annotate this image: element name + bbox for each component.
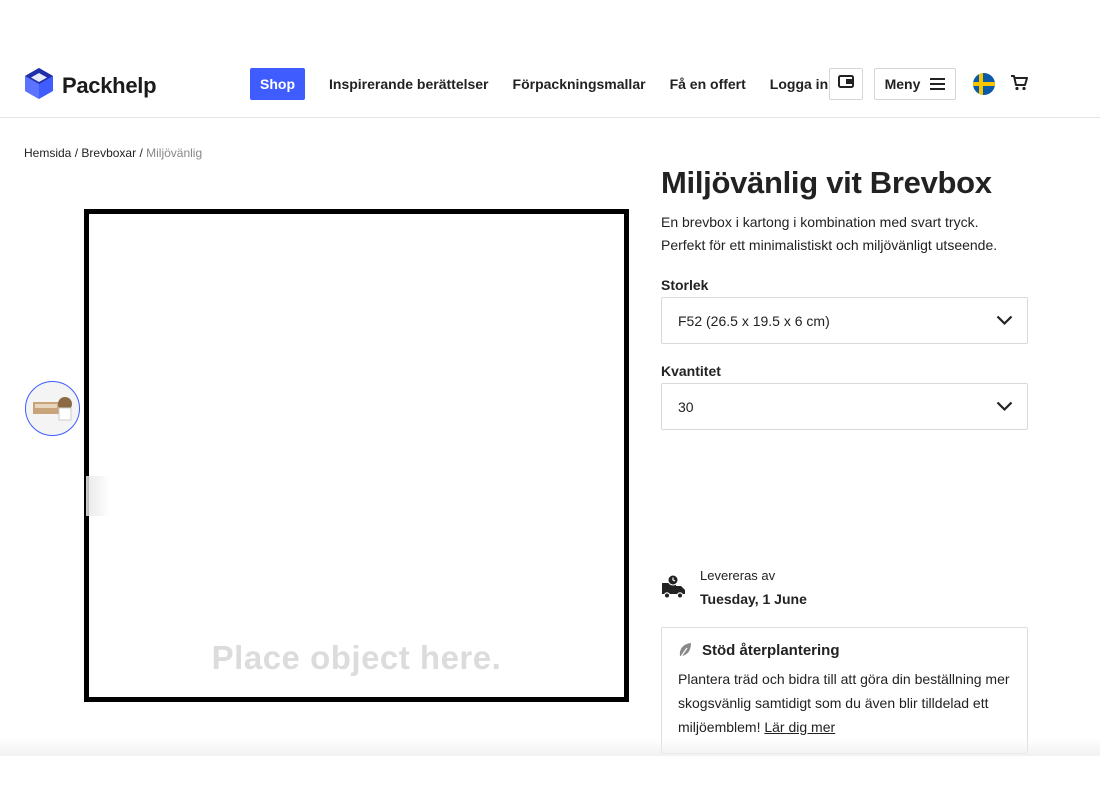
packhelp-cube-icon [24, 67, 54, 105]
brand-name: Packhelp [62, 73, 157, 98]
leaf-icon [678, 642, 693, 664]
description-line: En brevbox i kartong i kombination med s… [661, 214, 979, 230]
viewer-edge-shadow [86, 476, 110, 516]
nav-shop-button[interactable]: Shop [250, 68, 305, 100]
bottom-blank-area [0, 756, 1100, 810]
replant-title: Stöd återplantering [702, 642, 840, 659]
learn-more-link[interactable]: Lär dig mer [764, 719, 835, 735]
nav-link-stories[interactable]: Inspirerande berättelser [329, 68, 489, 100]
chevron-down-icon [996, 399, 1013, 417]
placement-placeholder: Place object here. [211, 639, 502, 676]
size-value: F52 (26.5 x 19.5 x 6 cm) [678, 313, 830, 329]
product-description: En brevbox i kartong i kombination med s… [661, 211, 1041, 257]
object-placement-area[interactable]: Place object here. [84, 209, 629, 702]
box-thumbnail-icon [32, 396, 72, 420]
nav-link-templates[interactable]: Förpackningsmallar [513, 68, 646, 100]
breadcrumb-category[interactable]: Brevboxar [81, 146, 136, 160]
wallet-icon [838, 75, 854, 93]
quantity-value: 30 [678, 399, 694, 415]
breadcrumb-home[interactable]: Hemsida [24, 146, 71, 160]
wallet-button[interactable] [829, 68, 863, 100]
chevron-down-icon [996, 313, 1013, 331]
bottom-fade [0, 738, 1100, 756]
breadcrumb-separator: / [74, 146, 79, 160]
menu-label: Meny [884, 76, 921, 92]
delivery-truck-icon [661, 574, 687, 605]
breadcrumb-separator: / [139, 146, 143, 160]
hamburger-icon [930, 78, 946, 90]
quantity-select[interactable]: 30 [661, 383, 1028, 430]
main-nav: Shop Inspirerande berättelser Förpacknin… [250, 68, 828, 100]
cart-icon[interactable] [1010, 74, 1028, 96]
size-select[interactable]: F52 (26.5 x 19.5 x 6 cm) [661, 297, 1028, 344]
nav-link-quote[interactable]: Få en offert [670, 68, 746, 100]
product-thumbnail[interactable] [25, 381, 80, 436]
replant-text: Plantera träd och bidra till att göra di… [678, 667, 1018, 739]
nav-link-login[interactable]: Logga in [770, 68, 828, 100]
size-label: Storlek [661, 277, 709, 293]
replant-card: Stöd återplantering Plantera träd och bi… [661, 627, 1028, 754]
product-title: Miljövänlig vit Brevbox [661, 165, 992, 200]
brand-logo[interactable]: Packhelp [24, 67, 157, 105]
delivery-label: Levereras av [700, 568, 776, 583]
replant-body: Plantera träd och bidra till att göra di… [678, 671, 1010, 735]
menu-button[interactable]: Meny [874, 68, 956, 100]
breadcrumb: Hemsida / Brevboxar / Miljövänlig [24, 146, 202, 160]
sweden-flag-icon[interactable] [973, 73, 995, 95]
quantity-label: Kvantitet [661, 363, 721, 379]
site-header: Packhelp Shop Inspirerande berättelser F… [0, 48, 1100, 118]
description-line: Perfekt för ett minimalistiskt och miljö… [661, 237, 998, 253]
delivery-date: Tuesday, 1 June [700, 591, 807, 607]
breadcrumb-current: Miljövänlig [146, 146, 203, 160]
